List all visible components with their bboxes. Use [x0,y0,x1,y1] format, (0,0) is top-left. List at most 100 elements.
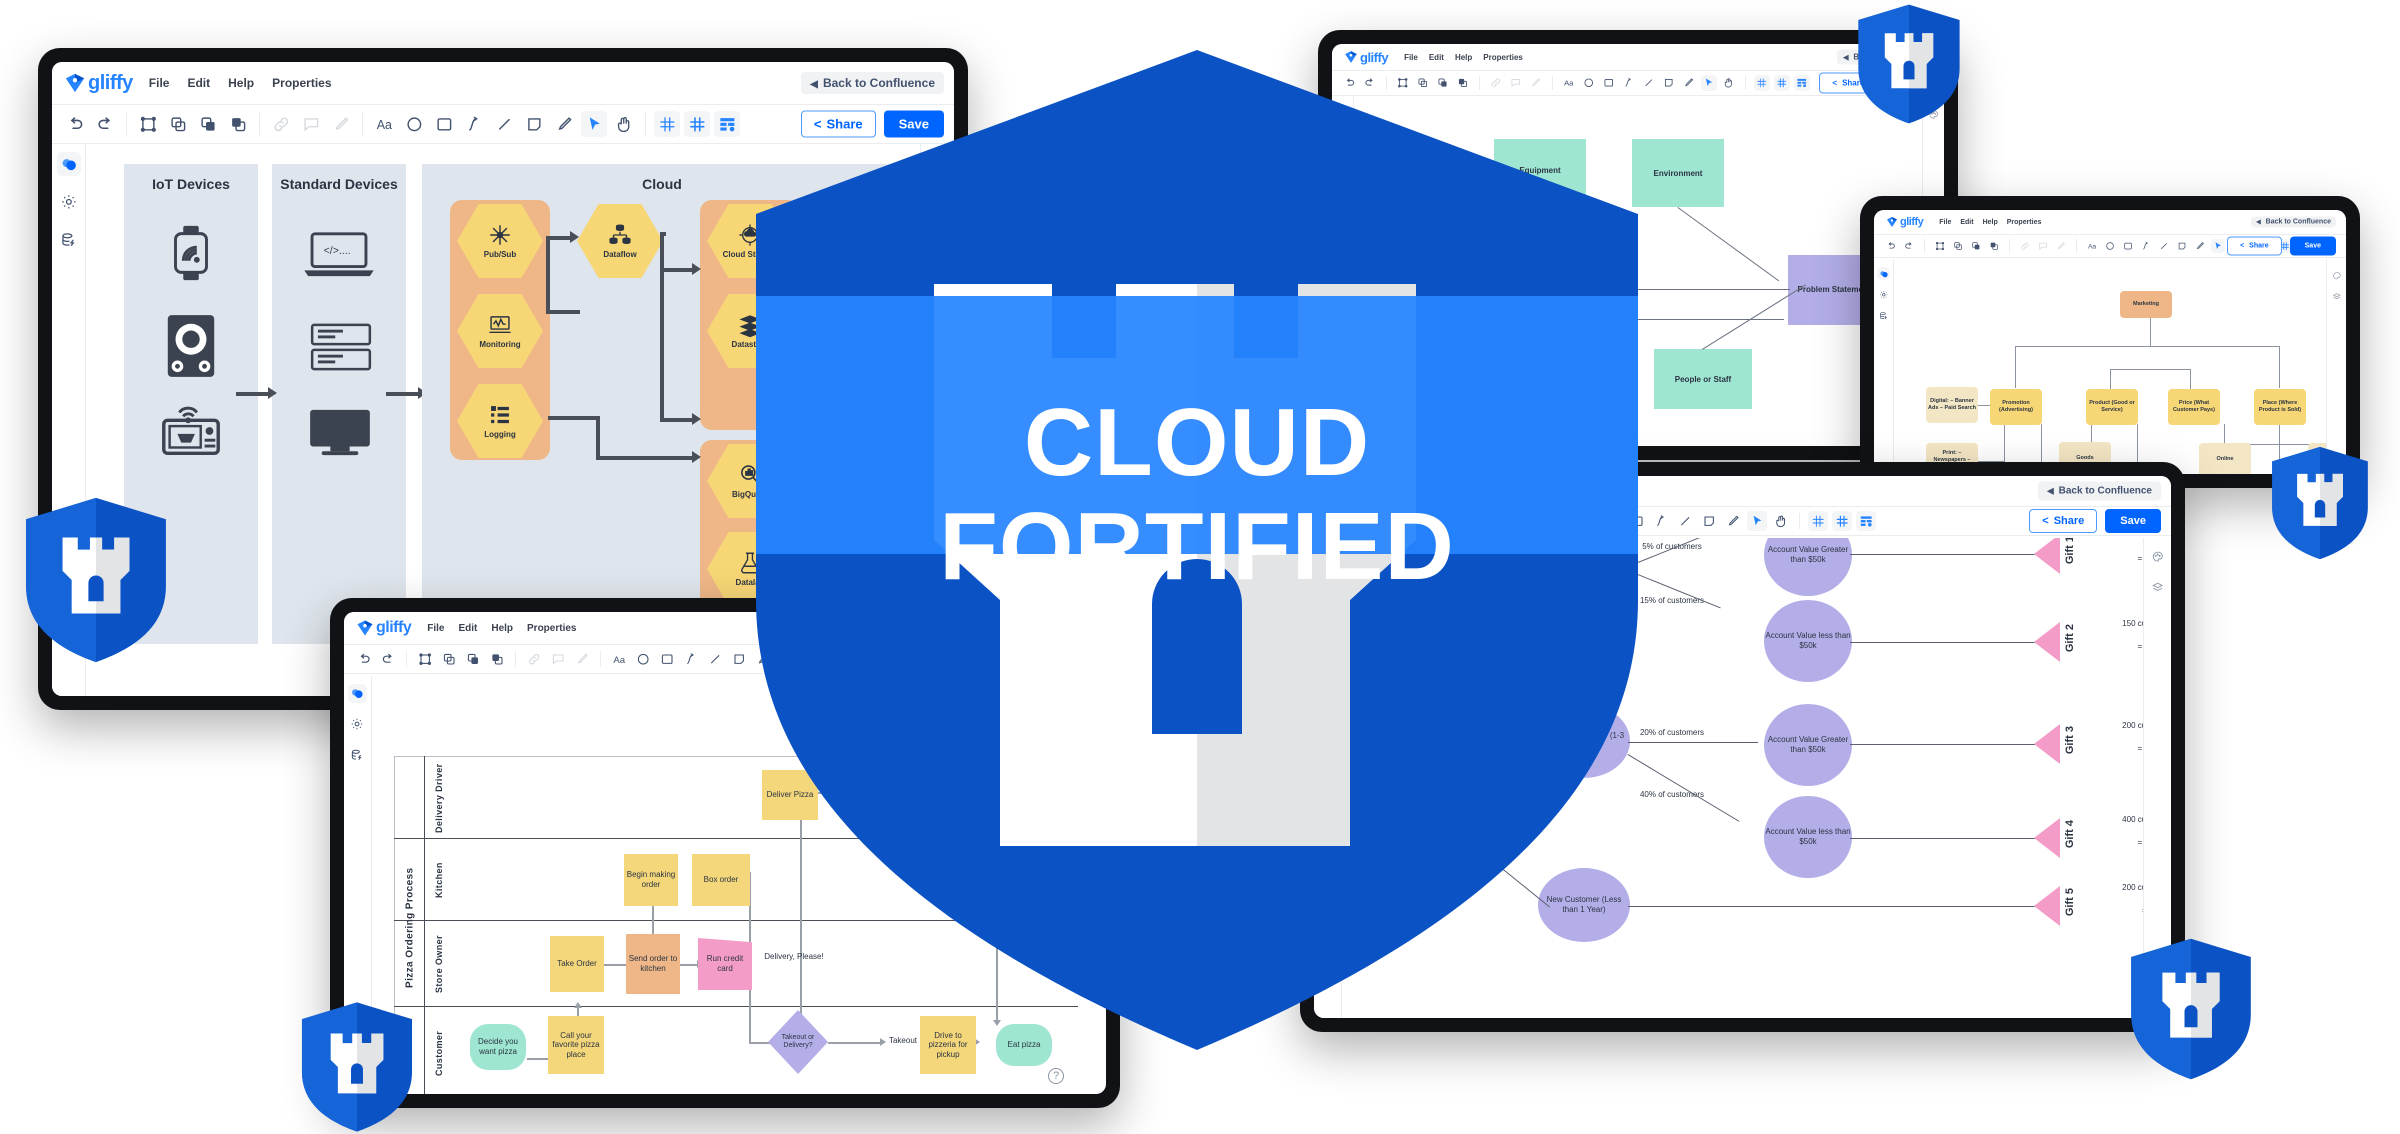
account-value-node-4[interactable]: Account Value less than $50k [1764,796,1852,878]
mindmap-node-product[interactable]: Product (Good or Service) [2086,389,2138,425]
node-begin-making-order[interactable]: Begin making order [624,854,678,906]
gift-triangle-1[interactable] [2034,538,2060,574]
gift-triangle-2[interactable] [2034,622,2060,662]
settings-icon[interactable] [57,190,81,214]
shapes-icon[interactable] [1877,267,1890,280]
format-painter-icon[interactable] [572,649,592,669]
copy-icon[interactable] [1951,239,1965,253]
mindmap-node-promotion[interactable]: Promotion (Advertising) [1990,389,2042,425]
table-icon[interactable] [1856,511,1876,531]
bring-forward-icon[interactable] [463,649,483,669]
menu-help[interactable]: Help [491,623,513,634]
back-to-confluence-button[interactable]: ◀ Back to Confluence [2038,481,2161,501]
snap-grid-icon[interactable] [1754,75,1770,91]
bring-forward-icon[interactable] [1969,239,1983,253]
send-backward-icon[interactable] [225,111,251,137]
send-backward-icon[interactable] [487,649,507,669]
menu-properties[interactable]: Properties [527,623,576,634]
node-call-favorite-pizza-place[interactable]: Call your favorite pizza place [548,1016,604,1074]
select-all-icon[interactable] [415,649,435,669]
pointer-icon[interactable] [1701,75,1717,91]
node-decide-you-want-pizza[interactable]: Decide you want pizza [470,1024,526,1070]
pointer-icon[interactable] [2211,239,2225,253]
redo-icon[interactable] [92,111,118,137]
theme-icon[interactable] [2330,269,2343,282]
menu-properties[interactable]: Properties [272,76,331,90]
menu-file[interactable]: File [1939,219,1951,226]
database-icon[interactable] [1877,309,1890,322]
redo-icon[interactable] [1902,239,1916,253]
mindmap-node-digital[interactable]: Digital: – Banner Ads – Paid Search [1926,387,1978,423]
elbow-connector-icon[interactable] [1651,511,1671,531]
account-value-node-3[interactable]: Account Value Greater than $50k [1764,704,1852,786]
theme-icon[interactable] [2149,548,2167,566]
mindmap-node-place[interactable]: Place (Where Product is Sold) [2254,389,2306,425]
line-icon[interactable] [1675,511,1695,531]
layers-icon[interactable] [2330,290,2343,303]
pointer-icon[interactable] [1747,511,1767,531]
link-icon[interactable] [268,111,294,137]
node-take-order[interactable]: Take Order [550,936,604,992]
menu-help[interactable]: Help [228,76,254,90]
comment-icon[interactable] [548,649,568,669]
settings-icon[interactable] [1877,288,1890,301]
comment-icon[interactable] [298,111,324,137]
menu-edit[interactable]: Edit [1960,219,1973,226]
share-button[interactable]: < Share [2227,236,2282,256]
copy-icon[interactable] [439,649,459,669]
link-icon[interactable] [2018,239,2032,253]
layers-icon[interactable] [2149,579,2167,597]
sticky-note-icon[interactable] [1661,75,1677,91]
grid-icon[interactable] [1774,75,1790,91]
rectangle-icon[interactable] [2121,239,2135,253]
line-icon[interactable] [705,649,725,669]
mindmap-node-price[interactable]: Price (What Customer Pays) [2168,389,2220,425]
bring-forward-icon[interactable] [195,111,221,137]
link-icon[interactable] [524,649,544,669]
mindmap-root[interactable]: Marketing [2120,291,2172,318]
gift-triangle-5[interactable] [2034,886,2060,926]
menu-file[interactable]: File [149,76,170,90]
menu-file[interactable]: File [427,623,444,634]
elbow-connector-icon[interactable] [461,111,487,137]
text-icon[interactable]: Aa [609,649,629,669]
format-painter-icon[interactable] [328,111,354,137]
gift-triangle-4[interactable] [2034,818,2060,858]
snap-grid-icon[interactable] [1808,511,1828,531]
menu-edit[interactable]: Edit [187,76,210,90]
elbow-connector-icon[interactable] [681,649,701,669]
sticky-note-icon[interactable] [2175,239,2189,253]
save-button[interactable]: Save [2105,509,2161,533]
shapes-icon[interactable] [348,684,367,703]
undo-icon[interactable] [354,649,374,669]
text-icon[interactable]: Aa [371,111,397,137]
select-all-icon[interactable] [135,111,161,137]
line-icon[interactable] [2157,239,2171,253]
text-icon[interactable]: Aa [2085,239,2099,253]
account-value-node-2[interactable]: Account Value less than $50k [1764,600,1852,682]
account-value-node-1[interactable]: Account Value Greater than $50k [1764,538,1852,596]
format-painter-icon[interactable] [2054,239,2068,253]
select-all-icon[interactable] [1933,239,1947,253]
node-send-order-to-kitchen[interactable]: Send order to kitchen [626,934,680,994]
mindmap-node-online[interactable]: Online [2199,443,2251,474]
pencil-icon[interactable] [551,111,577,137]
back-to-confluence-button[interactable]: ◀ Back to Confluence [2251,216,2336,228]
sticky-note-icon[interactable] [521,111,547,137]
table-icon[interactable] [1794,75,1810,91]
elbow-connector-icon[interactable] [2139,239,2153,253]
settings-icon[interactable] [348,715,367,734]
pencil-icon[interactable] [1681,75,1697,91]
pointer-icon[interactable] [581,111,607,137]
database-icon[interactable] [348,746,367,765]
save-button[interactable]: Save [2289,236,2336,256]
rectangle-icon[interactable] [431,111,457,137]
grid-icon[interactable] [1832,511,1852,531]
rectangle-icon[interactable] [657,649,677,669]
pencil-icon[interactable] [2193,239,2207,253]
menu-help[interactable]: Help [1983,219,1998,226]
gift-triangle-3[interactable] [2034,724,2060,764]
comment-icon[interactable] [2036,239,2050,253]
hand-icon[interactable] [611,111,637,137]
sticky-note-icon[interactable] [1699,511,1719,531]
